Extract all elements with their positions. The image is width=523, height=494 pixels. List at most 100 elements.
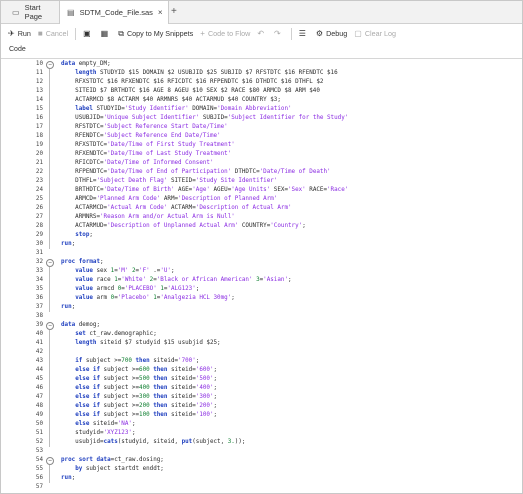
code-line[interactable]: 52 usubjid=cats(studyid, siteid, put(sub…: [1, 438, 522, 447]
add-tab-icon[interactable]: +: [171, 6, 177, 17]
clear-log-button[interactable]: ▢ Clear Log: [354, 29, 396, 38]
code-line[interactable]: 46 else if subject >=400 then siteid='40…: [1, 384, 522, 393]
string-token: 'Subject Reference End Date/Time': [103, 133, 221, 139]
snippets-icon: ⧉: [118, 28, 124, 38]
code-to-flow-button[interactable]: + Code to Flow: [200, 29, 250, 38]
tab-start-page[interactable]: ▭ Start Page: [5, 1, 59, 23]
editor-window: ▭ Start Page ▤ SDTM_Code_File.sas × + ✈ …: [0, 0, 523, 494]
tab-label: Start Page: [24, 3, 43, 21]
sas-file-icon: ▤: [67, 8, 75, 17]
close-icon[interactable]: ×: [158, 8, 163, 17]
code-line[interactable]: 33 value sex 1='M' 2='F' .='U';: [1, 267, 522, 276]
line-number: 21: [35, 160, 43, 166]
debug-label: Debug: [326, 29, 348, 38]
code-line[interactable]: 51 studyid='XYZ123';: [1, 429, 522, 438]
code-text: ARMCD='Planned Arm Code' ARM='Descriptio…: [61, 195, 277, 204]
code-token: ;: [302, 223, 306, 229]
code-line[interactable]: 27 ARMNRS='Reason Arm and/or Actual Arm …: [1, 213, 522, 222]
format-code-button[interactable]: ☰: [299, 29, 309, 38]
code-line[interactable]: 44 else if subject >=600 then siteid='60…: [1, 366, 522, 375]
code-line[interactable]: 11 length STUDYID $15 DOMAIN $2 USUBJID …: [1, 69, 522, 78]
code-text: proc sort data=ct_raw.dosing;: [61, 456, 164, 465]
line-number: 56: [35, 475, 43, 481]
code-line[interactable]: 23 DTHFL='Subject Death Flag' SITEID='St…: [1, 177, 522, 186]
code-line[interactable]: 32− proc format;: [1, 258, 522, 267]
code-line[interactable]: 39− data demog;: [1, 321, 522, 330]
code-line[interactable]: 18 RFENDTC='Subject Reference End Date/T…: [1, 132, 522, 141]
code-line[interactable]: 36 value arm 0='Placebo' 1='Analgezia HC…: [1, 294, 522, 303]
fold-toggle-icon[interactable]: −: [46, 457, 54, 465]
redo-button[interactable]: ↷: [274, 29, 284, 38]
code-line[interactable]: 53: [1, 447, 522, 456]
code-line[interactable]: 13 SITEID $7 BRTHDTC $16 AGE 8 AGEU $10 …: [1, 87, 522, 96]
keyword-token: value: [75, 277, 93, 283]
cancel-button[interactable]: ■ Cancel: [38, 29, 68, 38]
code-line[interactable]: 21 RFICDTC='Date/Time of Informed Consen…: [1, 159, 522, 168]
toolbar-divider: [75, 27, 77, 40]
code-line[interactable]: 19 RFXSTDTC='Date/Time of First Study Tr…: [1, 141, 522, 150]
code-line[interactable]: 42: [1, 348, 522, 357]
code-tab-label[interactable]: Code: [9, 46, 26, 53]
line-number: 11: [35, 70, 43, 76]
save-as-button[interactable]: ▦: [101, 29, 112, 38]
run-button[interactable]: ✈ Run: [8, 29, 31, 38]
code-text: label STUDYID='Study Identifier' DOMAIN=…: [61, 105, 291, 114]
code-line[interactable]: 56 run;: [1, 474, 522, 483]
code-line[interactable]: 49 else if subject >=100 then siteid='10…: [1, 411, 522, 420]
code-line[interactable]: 24 BRTHDTC='Date/Time of Birth' AGE='Age…: [1, 186, 522, 195]
code-token: siteid $7 studyid $15 usubjid $25;: [96, 340, 221, 346]
code-editor[interactable]: 10− data empty_DM; 11 length STUDYID $15 D…: [1, 60, 522, 493]
code-line[interactable]: 48 else if subject >=200 then siteid='20…: [1, 402, 522, 411]
flow-icon: +: [200, 29, 205, 38]
code-line[interactable]: 25 ARMCD='Planned Arm Code' ARM='Descrip…: [1, 195, 522, 204]
fold-toggle-icon[interactable]: −: [46, 322, 54, 330]
undo-button[interactable]: ↶: [257, 29, 267, 38]
code-line[interactable]: 12 RFXSTDTC $16 RFXENDTC $16 RFICDTC $16…: [1, 78, 522, 87]
code-line[interactable]: 45 else if subject >=500 then siteid='50…: [1, 375, 522, 384]
code-token: ACTARMUD=: [61, 223, 108, 229]
save-as-icon: ▦: [100, 29, 109, 38]
keyword-token: data: [61, 61, 76, 67]
code-line[interactable]: 26 ACTARMCD='Actual Arm Code' ACTARM='De…: [1, 204, 522, 213]
line-number: 35: [35, 286, 43, 292]
code-line[interactable]: 47 else if subject >=300 then siteid='30…: [1, 393, 522, 402]
code-line[interactable]: 40 set ct_raw.demographic;: [1, 330, 522, 339]
code-line[interactable]: 16 USUBJID='Unique Subject Identifier' S…: [1, 114, 522, 123]
string-token: '400': [195, 385, 214, 391]
code-line[interactable]: 54− proc sort data=ct_raw.dosing;: [1, 456, 522, 465]
code-text: RFENDTC='Subject Reference End Date/Time…: [61, 132, 221, 141]
code-token: ;: [100, 259, 104, 265]
code-line[interactable]: 35 value armcd 0='PLACEBO' 1='ALG123';: [1, 285, 522, 294]
code-line[interactable]: 38: [1, 312, 522, 321]
code-line[interactable]: 34 value race 1='White' 2='Black or Afri…: [1, 276, 522, 285]
debug-button[interactable]: ⚙ Debug: [316, 29, 347, 38]
save-button[interactable]: ▣: [83, 29, 94, 38]
code-line[interactable]: 31: [1, 249, 522, 258]
code-line[interactable]: 22 RFPENDTC='Date/Time of End of Partici…: [1, 168, 522, 177]
string-token: 'Study Identifier': [124, 106, 189, 112]
keyword-token: data: [61, 322, 76, 328]
code-line[interactable]: 29 stop;: [1, 231, 522, 240]
fold-toggle-icon[interactable]: −: [46, 259, 54, 267]
code-text: value race 1='White' 2='Black or African…: [61, 276, 291, 285]
keyword-token: value: [75, 286, 93, 292]
code-line[interactable]: 28 ACTARMUD='Description of Unplanned Ac…: [1, 222, 522, 231]
code-line[interactable]: 57: [1, 483, 522, 492]
code-line[interactable]: 17 RFSTDTC='Subject Reference Start Date…: [1, 123, 522, 132]
code-line[interactable]: 50 else siteid='NA';: [1, 420, 522, 429]
code-line[interactable]: 43 if subject >=700 then siteid='700';: [1, 357, 522, 366]
tab-sdtm-code-file[interactable]: ▤ SDTM_Code_File.sas ×: [59, 1, 169, 24]
copy-to-snippets-button[interactable]: ⧉ Copy to My Snippets: [118, 29, 193, 39]
code-line[interactable]: 41 length siteid $7 studyid $15 usubjid …: [1, 339, 522, 348]
code-line[interactable]: 10− data empty_DM;: [1, 60, 522, 69]
code-line[interactable]: 37 run;: [1, 303, 522, 312]
code-line[interactable]: 14 ACTARMCD $8 ACTARM $40 ARMNRS $40 ACT…: [1, 96, 522, 105]
fold-toggle-icon[interactable]: −: [46, 61, 54, 69]
number-token: 3.: [227, 439, 235, 445]
code-line[interactable]: 30 run;: [1, 240, 522, 249]
code-line[interactable]: 55 by subject startdt enddt;: [1, 465, 522, 474]
code-line[interactable]: 20 RFXENDTC='Date/Time of Last Study Tre…: [1, 150, 522, 159]
code-line[interactable]: 15 label STUDYID='Study Identifier' DOMA…: [1, 105, 522, 114]
